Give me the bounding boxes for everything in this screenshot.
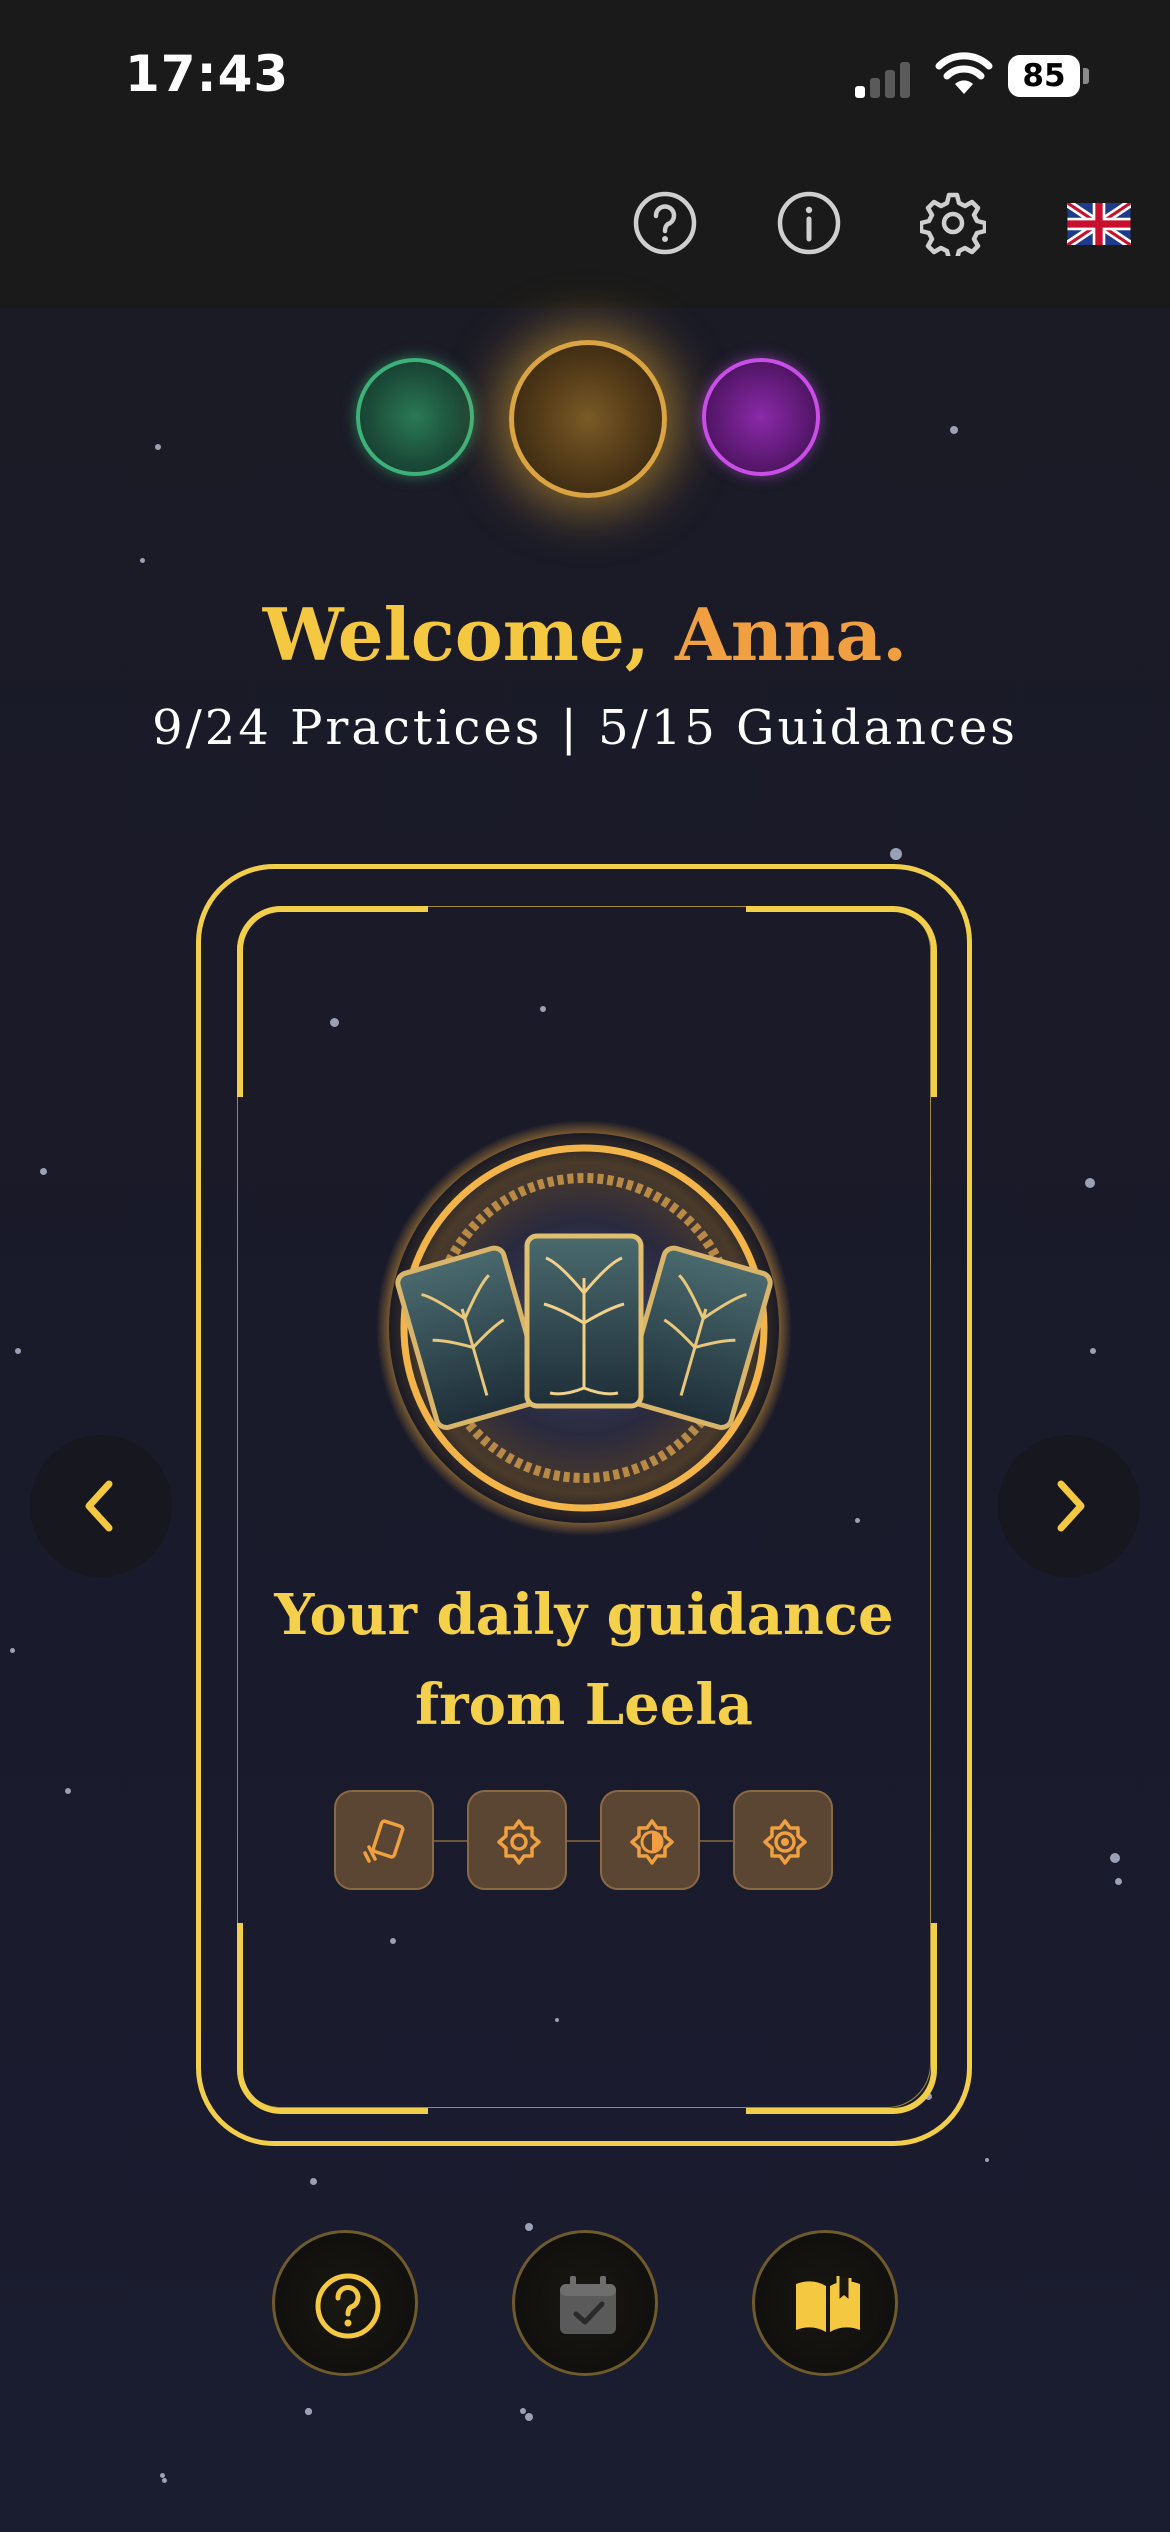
step-half-sun[interactable]	[600, 1790, 700, 1890]
welcome-heading: Welcome, Anna.	[0, 592, 1170, 677]
status-time: 17:43	[125, 45, 290, 103]
chevron-left-icon	[85, 1480, 113, 1532]
info-icon[interactable]	[776, 190, 842, 256]
green-medallion-icon[interactable]	[356, 358, 474, 476]
purple-medallion-icon[interactable]	[702, 358, 820, 476]
guidance-title: Your daily guidance from Leela	[237, 1570, 931, 1750]
cellular-signal-icon	[855, 58, 915, 98]
guidance-title-line2: from Leela	[415, 1672, 753, 1738]
card-corner	[746, 906, 937, 1097]
progress-stats: 9/24 Practices | 5/15 Guidances	[152, 700, 1018, 756]
wifi-icon	[935, 52, 993, 94]
help-icon[interactable]	[632, 190, 698, 256]
guidance-title-line1: Your daily guidance	[274, 1582, 894, 1648]
calendar-button[interactable]	[512, 2230, 658, 2376]
open-book-icon	[796, 2276, 860, 2332]
gold-cards-medallion-icon[interactable]	[509, 340, 667, 498]
help-button[interactable]	[272, 2230, 418, 2376]
brightness-icon	[630, 1819, 674, 1865]
sun-filled-icon	[763, 1819, 807, 1865]
step-cards[interactable]	[334, 1790, 434, 1890]
journal-button[interactable]	[752, 2230, 898, 2376]
status-bar: 17:43 85	[0, 0, 1170, 150]
sun-icon	[497, 1819, 541, 1865]
settings-gear-icon[interactable]	[920, 190, 986, 256]
step-sun[interactable]	[467, 1790, 567, 1890]
next-button[interactable]	[998, 1435, 1140, 1577]
step-full-sun[interactable]	[733, 1790, 833, 1890]
uk-flag-icon[interactable]	[1067, 203, 1131, 245]
calendar-check-icon	[560, 2276, 616, 2334]
previous-button[interactable]	[30, 1435, 172, 1577]
battery-indicator: 85	[1008, 55, 1080, 97]
card-corner	[746, 1923, 937, 2114]
question-circle-icon	[315, 2273, 381, 2339]
card-corner	[237, 1923, 428, 2114]
chevron-right-icon	[1057, 1480, 1085, 1532]
steps-connector	[384, 1840, 784, 1842]
battery-tip	[1083, 68, 1089, 84]
app-toolbar	[0, 150, 1170, 308]
user-name: Anna.	[674, 592, 908, 677]
welcome-greeting: Welcome,	[262, 592, 650, 677]
cards-icon	[363, 1819, 405, 1863]
card-corner	[237, 906, 428, 1097]
tarot-cards-emblem-icon	[376, 1120, 792, 1536]
